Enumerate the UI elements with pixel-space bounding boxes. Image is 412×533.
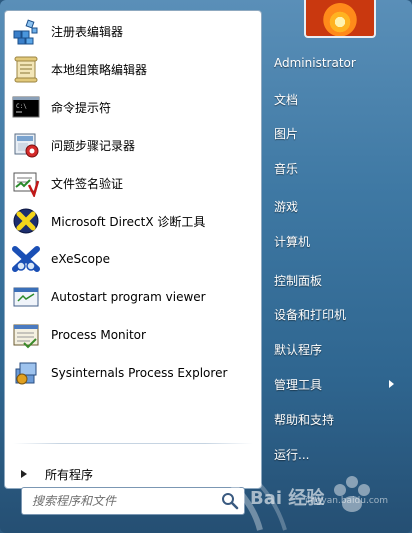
command-prompt-icon: C:\: [11, 92, 41, 122]
right-item-label: 管理工具: [274, 377, 323, 392]
right-item-label: 默认程序: [274, 342, 323, 357]
right-item-devices-printers[interactable]: 设备和打印机: [266, 299, 404, 329]
program-command-prompt[interactable]: C:\ 命令提示符: [11, 90, 255, 124]
right-item-label: 游戏: [274, 199, 299, 214]
program-group-policy-editor[interactable]: 本地组策略编辑器: [11, 52, 255, 86]
process-monitor-icon: [11, 320, 41, 350]
right-item-pictures[interactable]: 图片: [266, 118, 404, 148]
user-avatar[interactable]: [304, 0, 376, 38]
arrow-right-icon: [21, 470, 27, 478]
left-panel: 注册表编辑器 本地组策略编辑器 C:\ 命令提示符 问题步骤记录器 文件签名验证…: [4, 10, 262, 489]
watermark-url: jingyan.baidu.com: [305, 496, 389, 506]
process-explorer-icon: [11, 358, 41, 388]
all-programs-label: 所有程序: [45, 467, 94, 482]
search-box[interactable]: [21, 487, 245, 515]
program-exescope[interactable]: eXeScope: [11, 242, 255, 276]
right-item-label: 计算机: [274, 234, 311, 249]
program-process-monitor[interactable]: Process Monitor: [11, 318, 255, 352]
right-item-label: 音乐: [274, 161, 299, 176]
program-label: 注册表编辑器: [51, 24, 124, 39]
program-label: Autostart program viewer: [51, 290, 206, 304]
right-item-label: 设备和打印机: [274, 307, 347, 322]
right-item-computer[interactable]: 计算机: [266, 226, 404, 256]
search-input[interactable]: [30, 493, 224, 509]
right-item-help-support[interactable]: 帮助和支持: [266, 404, 404, 434]
program-process-explorer[interactable]: Sysinternals Process Explorer: [11, 356, 255, 390]
program-label: 本地组策略编辑器: [51, 62, 148, 77]
right-item-default-programs[interactable]: 默认程序: [266, 334, 404, 364]
right-item-control-panel[interactable]: 控制面板: [266, 265, 404, 295]
right-item-music[interactable]: 音乐: [266, 153, 404, 183]
right-item-label: 图片: [274, 126, 299, 141]
program-autostart-viewer[interactable]: Autostart program viewer: [11, 280, 255, 314]
right-item-label: 控制面板: [274, 273, 323, 288]
program-label: 文件签名验证: [51, 176, 124, 191]
program-label: 命令提示符: [51, 100, 112, 115]
registry-editor-icon: [11, 16, 41, 46]
start-menu: 注册表编辑器 本地组策略编辑器 C:\ 命令提示符 问题步骤记录器 文件签名验证…: [0, 0, 412, 533]
submenu-arrow-icon: [389, 380, 394, 388]
program-label: Microsoft DirectX 诊断工具: [51, 214, 206, 229]
right-item-run[interactable]: 运行...: [266, 439, 404, 469]
program-label: Process Monitor: [51, 328, 146, 342]
program-steps-recorder[interactable]: 问题步骤记录器: [11, 128, 255, 162]
right-item-label: 运行...: [274, 447, 310, 462]
right-item-documents[interactable]: 文档: [266, 84, 404, 114]
program-file-signature[interactable]: 文件签名验证: [11, 166, 255, 200]
program-directx-diag[interactable]: Microsoft DirectX 诊断工具: [11, 204, 255, 238]
right-item-admin-tools[interactable]: 管理工具: [266, 369, 404, 399]
all-programs-button[interactable]: 所有程序: [15, 460, 251, 488]
right-item-label: 帮助和支持: [274, 412, 335, 427]
file-signature-icon: [11, 168, 41, 198]
svg-text:C:\: C:\: [16, 103, 27, 110]
right-item-label: Administrator: [274, 56, 356, 70]
user-folder-administrator[interactable]: Administrator: [266, 48, 404, 78]
steps-recorder-icon: [11, 130, 41, 160]
exescope-icon: [11, 244, 41, 274]
right-item-games[interactable]: 游戏: [266, 191, 404, 221]
program-label: Sysinternals Process Explorer: [51, 366, 228, 380]
autostart-viewer-icon: [11, 282, 41, 312]
group-policy-editor-icon: [11, 54, 41, 84]
directx-icon: [11, 206, 41, 236]
right-item-label: 文档: [274, 92, 299, 107]
program-label: 问题步骤记录器: [51, 138, 136, 153]
divider: [13, 443, 253, 444]
search-icon[interactable]: [221, 492, 239, 510]
program-label: eXeScope: [51, 252, 111, 266]
program-registry-editor[interactable]: 注册表编辑器: [11, 14, 255, 48]
